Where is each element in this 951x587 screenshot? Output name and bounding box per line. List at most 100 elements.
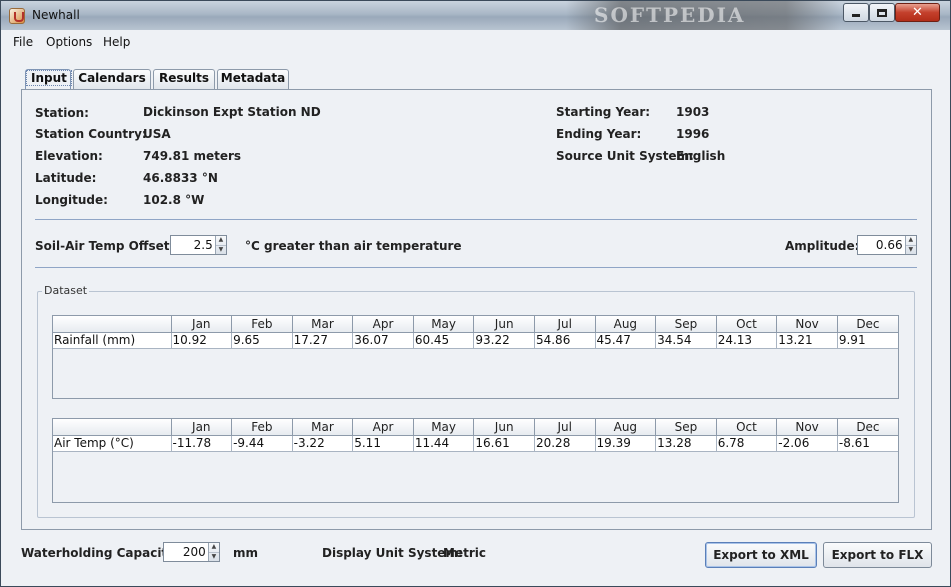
menu-options[interactable]: Options <box>46 35 92 49</box>
table-row[interactable]: Rainfall (mm) 10.92 9.65 17.27 36.07 60.… <box>53 332 898 349</box>
menu-file[interactable]: File <box>13 35 33 49</box>
table-cell[interactable]: 5.11 <box>352 435 414 452</box>
waterholding-capacity-spinner[interactable]: ▲▼ <box>163 542 220 562</box>
month-header[interactable]: Jun <box>473 419 535 436</box>
table-cell[interactable]: 13.28 <box>655 435 717 452</box>
table-cell[interactable]: 13.21 <box>776 332 838 349</box>
menu-help[interactable]: Help <box>103 35 130 49</box>
display-unit-system-label: Display Unit System: <box>322 546 463 560</box>
longitude-label: Longitude: <box>35 193 108 207</box>
month-header[interactable]: Mar <box>292 419 354 436</box>
tab-metadata[interactable]: Metadata <box>217 69 289 89</box>
month-header[interactable]: Mar <box>292 316 354 333</box>
month-header[interactable]: Dec <box>837 419 898 436</box>
month-header[interactable]: Aug <box>595 316 657 333</box>
table-cell[interactable]: 9.65 <box>231 332 293 349</box>
table-cell[interactable]: 36.07 <box>352 332 414 349</box>
table-cell[interactable]: -8.61 <box>837 435 898 452</box>
minimize-button[interactable] <box>843 3 869 22</box>
soil-air-offset-input[interactable] <box>171 236 215 254</box>
month-header[interactable]: Sep <box>655 419 717 436</box>
month-header[interactable]: Oct <box>716 316 778 333</box>
source-unit-system-value: English <box>676 149 726 163</box>
month-header[interactable]: May <box>413 316 475 333</box>
dataset-title: Dataset <box>42 284 90 297</box>
table-cell[interactable]: 20.28 <box>534 435 596 452</box>
tab-input[interactable]: Input <box>25 69 72 90</box>
table-cell[interactable]: 19.39 <box>595 435 657 452</box>
ending-year-label: Ending Year: <box>556 127 642 141</box>
table-cell[interactable]: -9.44 <box>231 435 293 452</box>
table-cell[interactable]: 16.61 <box>473 435 535 452</box>
month-header[interactable]: Jul <box>534 316 596 333</box>
month-header[interactable]: Nov <box>776 419 838 436</box>
air-temp-table[interactable]: Jan Feb Mar Apr May Jun Jul Aug Sep Oct … <box>52 418 899 503</box>
row-label: Air Temp (°C) <box>53 435 172 452</box>
latitude-value: 46.8833 °N <box>143 171 218 185</box>
export-flx-button[interactable]: Export to FLX <box>823 542 932 568</box>
maximize-icon <box>877 8 887 17</box>
month-header[interactable]: Apr <box>352 316 414 333</box>
air-temp-grid: Jan Feb Mar Apr May Jun Jul Aug Sep Oct … <box>53 419 898 452</box>
table-cell[interactable]: -3.22 <box>292 435 354 452</box>
java-cup-icon <box>9 8 25 24</box>
station-country-label: Station Country: <box>35 127 147 141</box>
title-bar[interactable]: Newhall SOFTPEDIA ✕ <box>1 1 950 30</box>
spinner-up-icon[interactable]: ▲ <box>906 236 916 245</box>
table-cell[interactable]: 17.27 <box>292 332 354 349</box>
month-header[interactable]: Feb <box>231 419 293 436</box>
month-header[interactable]: Nov <box>776 316 838 333</box>
separator-bottom <box>35 267 917 268</box>
waterholding-capacity-input[interactable] <box>164 543 208 561</box>
table-cell[interactable]: 60.45 <box>413 332 475 349</box>
air-temp-header-row: Jan Feb Mar Apr May Jun Jul Aug Sep Oct … <box>53 419 898 436</box>
menu-bar: File Options Help <box>1 30 950 54</box>
spinner-down-icon[interactable]: ▼ <box>208 551 219 562</box>
table-cell[interactable]: 93.22 <box>473 332 535 349</box>
table-cell[interactable]: 54.86 <box>534 332 596 349</box>
spinner-up-icon[interactable]: ▲ <box>209 543 219 552</box>
table-cell[interactable]: 11.44 <box>413 435 475 452</box>
tab-results[interactable]: Results <box>153 69 215 89</box>
table-cell[interactable]: 24.13 <box>716 332 778 349</box>
amplitude-spinner[interactable]: ▲▼ <box>857 235 917 255</box>
rainfall-table[interactable]: Jan Feb Mar Apr May Jun Jul Aug Sep Oct … <box>52 315 899 399</box>
station-value: Dickinson Expt Station ND <box>143 105 321 119</box>
table-cell[interactable]: 6.78 <box>716 435 778 452</box>
month-header[interactable]: May <box>413 419 475 436</box>
table-cell[interactable]: -11.78 <box>171 435 233 452</box>
month-header[interactable]: Oct <box>716 419 778 436</box>
export-xml-button[interactable]: Export to XML <box>705 542 817 568</box>
soil-air-offset-label: Soil-Air Temp Offset: <box>35 239 175 253</box>
month-header[interactable]: Dec <box>837 316 898 333</box>
table-cell[interactable]: 34.54 <box>655 332 717 349</box>
table-cell[interactable]: 10.92 <box>171 332 233 349</box>
tab-calendars[interactable]: Calendars <box>73 69 151 89</box>
amplitude-label: Amplitude: <box>785 239 860 253</box>
month-header[interactable]: Sep <box>655 316 717 333</box>
month-header[interactable]: Jan <box>171 419 233 436</box>
month-header[interactable]: Apr <box>352 419 414 436</box>
table-cell[interactable]: 45.47 <box>595 332 657 349</box>
month-header[interactable]: Jun <box>473 316 535 333</box>
softpedia-watermark: SOFTPEDIA <box>566 1 841 30</box>
spinner-down-icon[interactable]: ▼ <box>905 244 916 255</box>
table-cell[interactable]: -2.06 <box>776 435 838 452</box>
table-row[interactable]: Air Temp (°C) -11.78 -9.44 -3.22 5.11 11… <box>53 435 898 452</box>
longitude-value: 102.8 °W <box>143 193 205 207</box>
spinner-down-icon[interactable]: ▼ <box>215 244 226 255</box>
spinner-up-icon[interactable]: ▲ <box>216 236 226 245</box>
month-header[interactable]: Aug <box>595 419 657 436</box>
maximize-button[interactable] <box>869 3 895 22</box>
soil-air-offset-spinner[interactable]: ▲▼ <box>170 235 227 255</box>
offset-suffix-label: °C greater than air temperature <box>245 239 462 253</box>
amplitude-input[interactable] <box>858 236 905 254</box>
app-window: Newhall SOFTPEDIA ✕ File Options Help In… <box>0 0 951 587</box>
rainfall-header-row: Jan Feb Mar Apr May Jun Jul Aug Sep Oct … <box>53 316 898 333</box>
close-button[interactable]: ✕ <box>895 3 940 22</box>
month-header[interactable]: Feb <box>231 316 293 333</box>
month-header[interactable]: Jul <box>534 419 596 436</box>
month-header[interactable]: Jan <box>171 316 233 333</box>
table-cell[interactable]: 9.91 <box>837 332 898 349</box>
corner-header <box>53 419 172 436</box>
